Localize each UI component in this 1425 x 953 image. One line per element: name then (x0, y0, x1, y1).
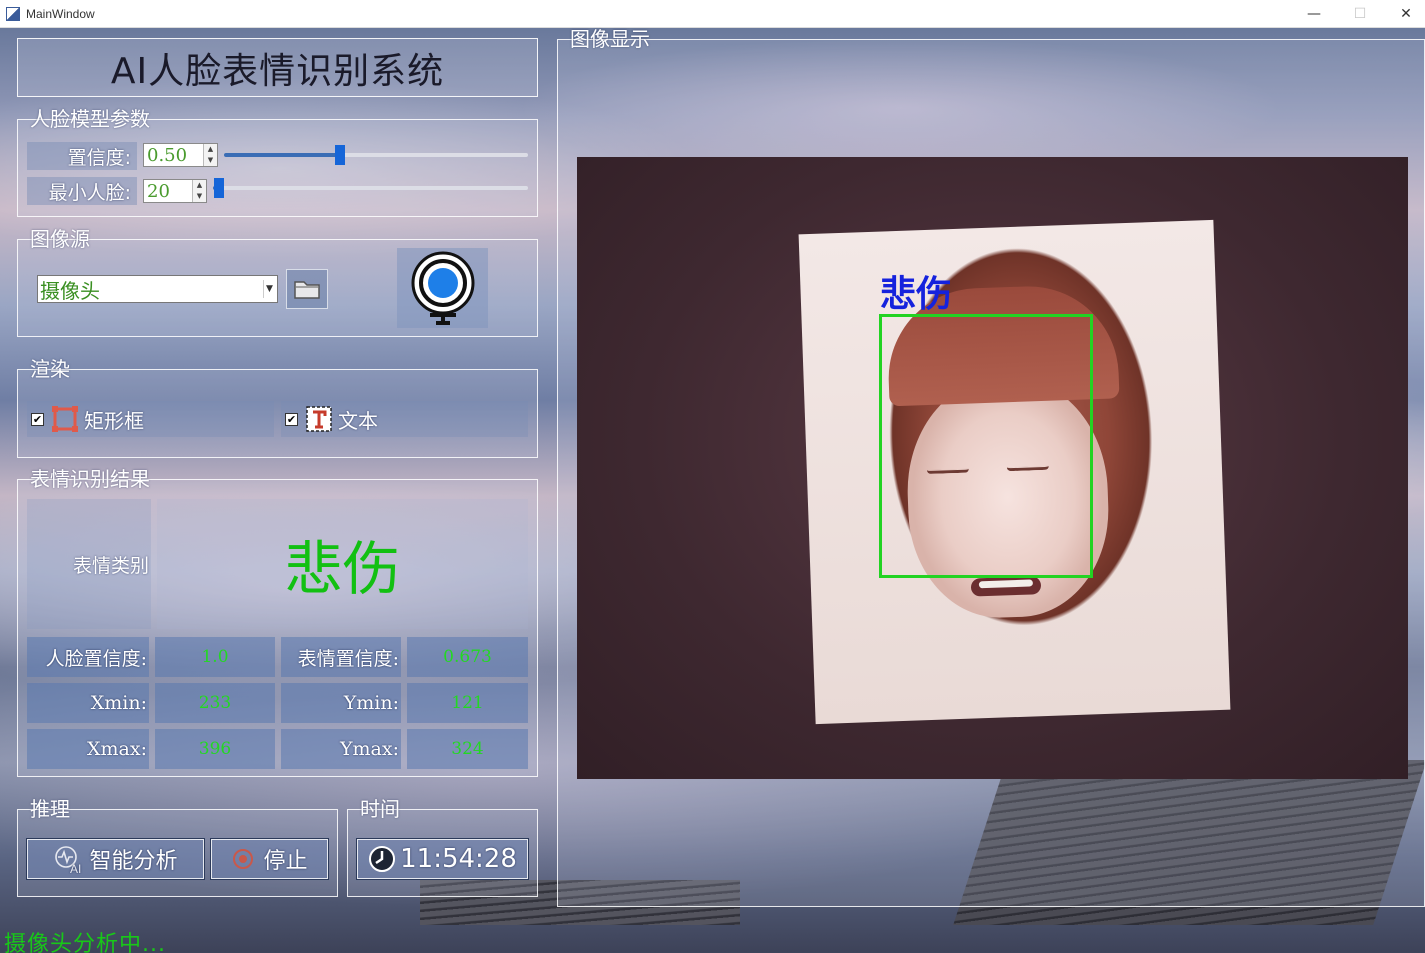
ai-analysis-icon: AI (55, 846, 82, 874)
rect-checkbox-label: 矩形框 (84, 408, 144, 433)
ymin-value: 121 (407, 683, 528, 723)
maximize-button[interactable]: ☐ (1337, 0, 1383, 28)
inference-title: 推理 (30, 797, 70, 821)
expr-conf-label: 表情置信度: (281, 637, 401, 677)
status-text: 摄像头分析中... (4, 932, 166, 953)
ymax-value: 324 (407, 729, 528, 769)
confidence-label: 置信度: (27, 142, 137, 170)
category-label: 表情类别 (27, 499, 151, 629)
webcam-icon (411, 251, 474, 325)
xmin-value: 233 (155, 683, 275, 723)
mouth-shape (970, 576, 1042, 597)
render-title: 渲染 (30, 357, 70, 381)
face-bounding-box (879, 314, 1093, 578)
xmax-value: 396 (155, 729, 275, 769)
confidence-slider[interactable] (224, 145, 528, 165)
xmin-label: Xmin: (27, 683, 149, 723)
camera-button[interactable] (397, 248, 488, 328)
face-conf-value: 1.0 (155, 637, 275, 677)
category-value: 悲伤 (157, 499, 528, 629)
model-params-title: 人脸模型参数 (30, 107, 150, 131)
time-value: 11:54:28 (400, 844, 517, 874)
min-face-value: 20 (147, 180, 170, 202)
text-checkbox[interactable]: ✔ (285, 412, 298, 426)
detected-expression-label: 悲伤 (880, 274, 953, 315)
svg-text:AI: AI (70, 862, 81, 874)
xmax-label: Xmax: (27, 729, 149, 769)
close-button[interactable]: ✕ (1383, 0, 1425, 28)
confidence-slider-handle[interactable] (334, 145, 345, 165)
open-folder-button[interactable] (286, 269, 328, 309)
result-title: 表情识别结果 (30, 467, 150, 491)
face-conf-label: 人脸置信度: (27, 637, 149, 677)
clock-icon (369, 846, 396, 872)
rectangle-icon (52, 406, 78, 432)
min-face-slider-handle[interactable] (214, 178, 225, 198)
expr-conf-value: 0.673 (407, 637, 528, 677)
rect-checkbox[interactable]: ✔ (31, 412, 44, 426)
analyze-button[interactable]: AI 智能分析 (26, 838, 205, 880)
source-select-value: 摄像头 (40, 278, 100, 303)
image-source-title: 图像源 (30, 227, 90, 251)
title-bar: MainWindow — ☐ ✕ (0, 0, 1425, 28)
source-select[interactable]: 摄像头 ▼ (37, 275, 278, 303)
app-window-icon (6, 6, 20, 21)
window-title: MainWindow (26, 6, 95, 21)
stop-icon (233, 849, 254, 869)
folder-icon (294, 281, 320, 299)
spin-arrows-icon[interactable]: ▲ ▼ (203, 144, 217, 166)
text-checkbox-row[interactable]: ✔ 文本 (281, 401, 528, 437)
stop-label: 停止 (263, 849, 308, 874)
analyze-label: 智能分析 (89, 849, 178, 874)
text-icon (306, 406, 332, 432)
min-face-spinbox[interactable]: 20 ▲ ▼ (143, 179, 207, 203)
chevron-down-icon[interactable]: ▼ (263, 280, 275, 298)
image-display-title: 图像显示 (570, 27, 650, 51)
ymax-label: Ymax: (281, 729, 401, 769)
rect-checkbox-row[interactable]: ✔ 矩形框 (27, 401, 274, 437)
confidence-slider-fill (224, 153, 340, 157)
confidence-value: 0.50 (147, 144, 188, 166)
stop-button[interactable]: 停止 (210, 838, 329, 880)
min-face-label: 最小人脸: (27, 177, 137, 205)
camera-frame: 悲伤 (577, 157, 1408, 779)
time-title: 时间 (360, 797, 400, 821)
app-headline: AI人脸表情识别系统 (17, 38, 538, 97)
confidence-spinbox[interactable]: 0.50 ▲ ▼ (143, 143, 218, 167)
min-face-slider[interactable] (213, 178, 528, 198)
ymin-label: Ymin: (281, 683, 401, 723)
text-checkbox-label: 文本 (338, 408, 378, 433)
time-display: 11:54:28 (356, 838, 529, 880)
minimize-button[interactable]: — (1291, 0, 1337, 28)
spin-arrows-icon[interactable]: ▲ ▼ (192, 180, 206, 202)
